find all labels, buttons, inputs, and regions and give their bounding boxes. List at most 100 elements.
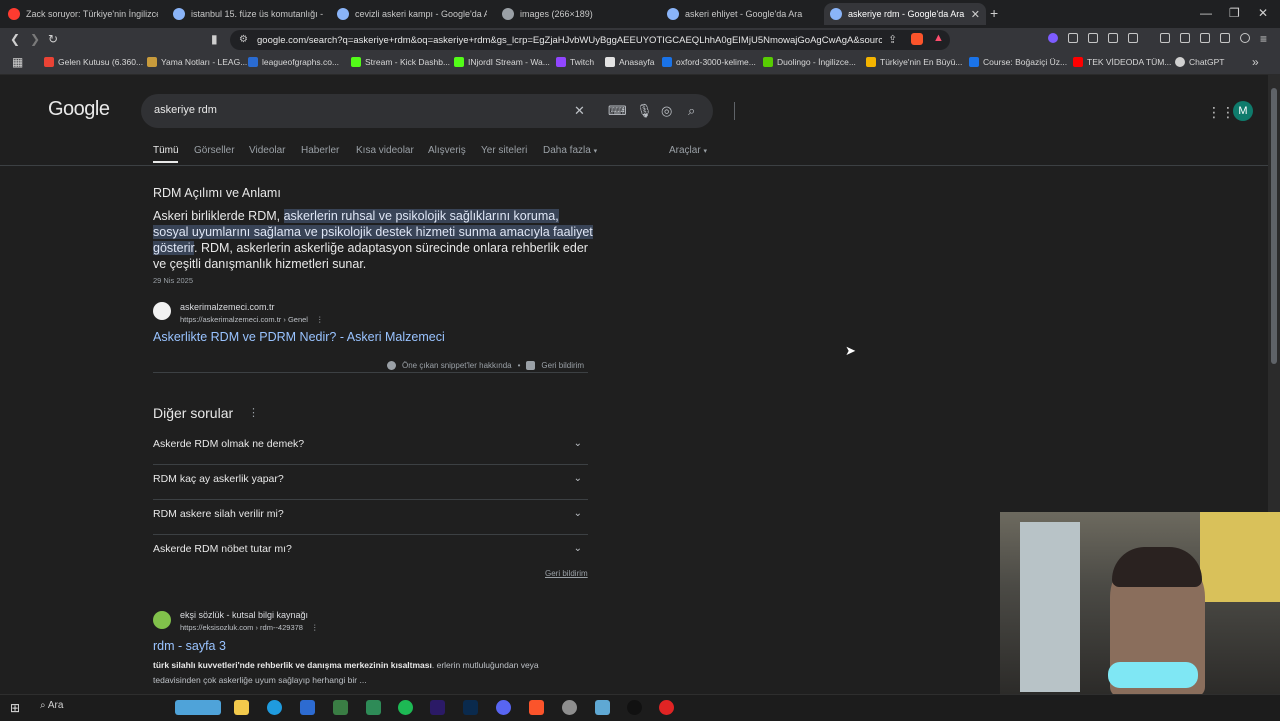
keyboard-icon[interactable]: ⌨ (608, 103, 627, 119)
vpn-icon[interactable] (1240, 33, 1250, 43)
tab-short-videos[interactable]: Kısa videolar (356, 145, 414, 156)
bookmark-item[interactable]: Türkiye'nin En Büyü... (866, 57, 962, 67)
bookmark-icon[interactable]: ▮ (211, 32, 218, 46)
app-icon[interactable] (659, 700, 674, 715)
extension-icon[interactable] (1128, 33, 1138, 43)
tab-all[interactable]: Tümü (153, 145, 179, 156)
site-info-icon[interactable]: ⚙ (239, 34, 248, 45)
premiere-icon[interactable] (430, 700, 445, 715)
settings-icon[interactable] (562, 700, 577, 715)
menu-icon[interactable]: ≡ (1260, 32, 1267, 46)
file-explorer-icon[interactable] (234, 700, 249, 715)
microphone-icon[interactable]: 🎙 (636, 103, 653, 119)
google-logo[interactable]: Google (48, 98, 110, 121)
sidebar-icon[interactable] (1180, 33, 1190, 43)
bookmark-item[interactable]: Anasayfa (605, 57, 654, 67)
apps-grid-icon[interactable]: ▦ (12, 55, 23, 69)
bookmark-item[interactable]: Twitch (556, 57, 594, 67)
taskbar-search[interactable]: ⌕ Ara (40, 700, 63, 711)
brave-icon[interactable] (529, 700, 544, 715)
feedback-link[interactable]: Geri bildirim (545, 569, 588, 578)
minimize-icon[interactable]: — (1200, 6, 1212, 20)
site-name[interactable]: askerimalzemeci.com.tr (180, 302, 275, 312)
extension-icon[interactable] (1068, 33, 1078, 43)
paa-question[interactable]: Askerde RDM olmak ne demek? ⌄ (153, 438, 588, 473)
tab-images[interactable]: Görseller (194, 145, 235, 156)
extension-icon[interactable] (1048, 33, 1058, 43)
discord-icon[interactable] (496, 700, 511, 715)
more-bookmarks-icon[interactable]: » (1252, 55, 1259, 69)
bookmark-item[interactable]: TEK VİDEODA TÜM... (1073, 57, 1171, 67)
weather-widget-icon[interactable] (175, 700, 221, 715)
wallet-icon[interactable] (1200, 33, 1210, 43)
search-box[interactable]: askeriye rdm ✕ ⌨ 🎙 ◎ ⌕ (141, 94, 735, 128)
obs-icon[interactable] (627, 700, 642, 715)
site-name[interactable]: ekşi sözlük - kutsal bilgi kaynağı (180, 610, 308, 620)
forward-icon[interactable]: ❯ (30, 32, 40, 46)
bookmark-item[interactable]: Gelen Kutusu (6.360... (44, 57, 143, 67)
close-window-icon[interactable]: ✕ (1258, 6, 1268, 20)
site-favicon[interactable] (153, 302, 171, 320)
brave-rewards-icon[interactable]: ▲ (933, 32, 944, 44)
paa-question[interactable]: RDM kaç ay askerlik yapar? ⌄ (153, 464, 588, 508)
browser-tab[interactable]: Zack soruyor: Türkiye'nin İngilizce Eğ (8, 3, 158, 25)
store-icon[interactable] (300, 700, 315, 715)
app-icon[interactable] (333, 700, 348, 715)
more-options-icon[interactable]: ⋮ (316, 315, 324, 324)
browser-tab[interactable]: cevizli askeri kampı - Google'da Ara (337, 3, 487, 25)
bookmark-item[interactable]: oxford-3000-kelime... (662, 57, 756, 67)
bookmark-item[interactable]: Duolingo - İngilizce... (763, 57, 856, 67)
bookmark-item[interactable]: Yama Notları - LEAG... (147, 57, 247, 67)
site-url[interactable]: https://eksisozluk.com › rdm--429378 ⋮ (180, 623, 319, 632)
bookmark-item[interactable]: ChatGPT (1175, 57, 1224, 67)
tab-places[interactable]: Yer siteleri (481, 145, 527, 156)
about-snippets-link[interactable]: Öne çıkan snippet'ler hakkında (402, 361, 512, 370)
google-apps-icon[interactable]: ⋮⋮ (1207, 104, 1235, 121)
media-icon[interactable] (1160, 33, 1170, 43)
site-favicon[interactable] (153, 611, 171, 629)
close-icon[interactable]: ✕ (971, 8, 980, 21)
tools-button[interactable]: Araçlar ▾ (669, 145, 707, 156)
browser-tab[interactable]: askeri ehliyet - Google'da Ara (667, 3, 817, 25)
browser-tab-active[interactable]: askeriye rdm - Google'da Ara ✕ (824, 3, 986, 25)
extension-icon[interactable] (1108, 33, 1118, 43)
tab-more[interactable]: Daha fazla ▾ (543, 145, 597, 156)
search-icon[interactable]: ⌕ (688, 103, 695, 119)
more-options-icon[interactable]: ⋮ (248, 406, 259, 419)
extension-icon[interactable] (1088, 33, 1098, 43)
back-icon[interactable]: ❮ (10, 32, 20, 46)
bookmark-item[interactable]: Course: Boğaziçi Üz... (969, 57, 1067, 67)
browser-tab[interactable]: images (266×189) (502, 3, 652, 25)
address-bar[interactable]: ⚙ google.com/search?q=askeriye+rdm&oq=as… (230, 30, 950, 50)
browser-tab[interactable]: istanbul 15. füze üs komutanlığı - Go (173, 3, 323, 25)
spotify-icon[interactable] (398, 700, 413, 715)
tab-videos[interactable]: Videolar (249, 145, 286, 156)
reload-icon[interactable]: ↻ (48, 32, 58, 46)
paa-question[interactable]: RDM askere silah verilir mi? ⌄ (153, 499, 588, 543)
search-input[interactable]: askeriye rdm (154, 104, 217, 116)
new-tab-button[interactable]: + (990, 5, 998, 21)
bookmark-item[interactable]: Stream - Kick Dashb... (351, 57, 450, 67)
result-link[interactable]: Askerlikte RDM ve PDRM Nedir? - Askeri M… (153, 330, 445, 344)
bookmark-item[interactable]: INjordI Stream - Wa... (454, 57, 550, 67)
feedback-link[interactable]: Geri bildirim (541, 361, 584, 370)
photoshop-icon[interactable] (463, 700, 478, 715)
tab-news[interactable]: Haberler (301, 145, 339, 156)
tab-shopping[interactable]: Alışveriş (428, 145, 466, 156)
site-url[interactable]: https://askerimalzemeci.com.tr › Genel ⋮ (180, 315, 324, 324)
more-options-icon[interactable]: ⋮ (311, 623, 319, 632)
avatar[interactable]: M (1233, 101, 1253, 121)
edge-icon[interactable] (267, 700, 282, 715)
lens-icon[interactable]: ◎ (661, 103, 672, 119)
bookmark-item[interactable]: leagueofgraphs.co... (248, 57, 339, 67)
maximize-icon[interactable]: ❐ (1229, 6, 1240, 20)
scrollbar-thumb[interactable] (1271, 88, 1277, 364)
app-icon[interactable] (366, 700, 381, 715)
leo-ai-icon[interactable] (1220, 33, 1230, 43)
paa-question[interactable]: Askerde RDM nöbet tutar mı? ⌄ (153, 534, 588, 578)
share-icon[interactable]: ⇪ (888, 33, 897, 46)
brave-shield-icon[interactable] (911, 33, 923, 45)
clear-icon[interactable]: ✕ (574, 103, 585, 119)
result-link[interactable]: rdm - sayfa 3 (153, 639, 226, 653)
app-icon[interactable] (595, 700, 610, 715)
